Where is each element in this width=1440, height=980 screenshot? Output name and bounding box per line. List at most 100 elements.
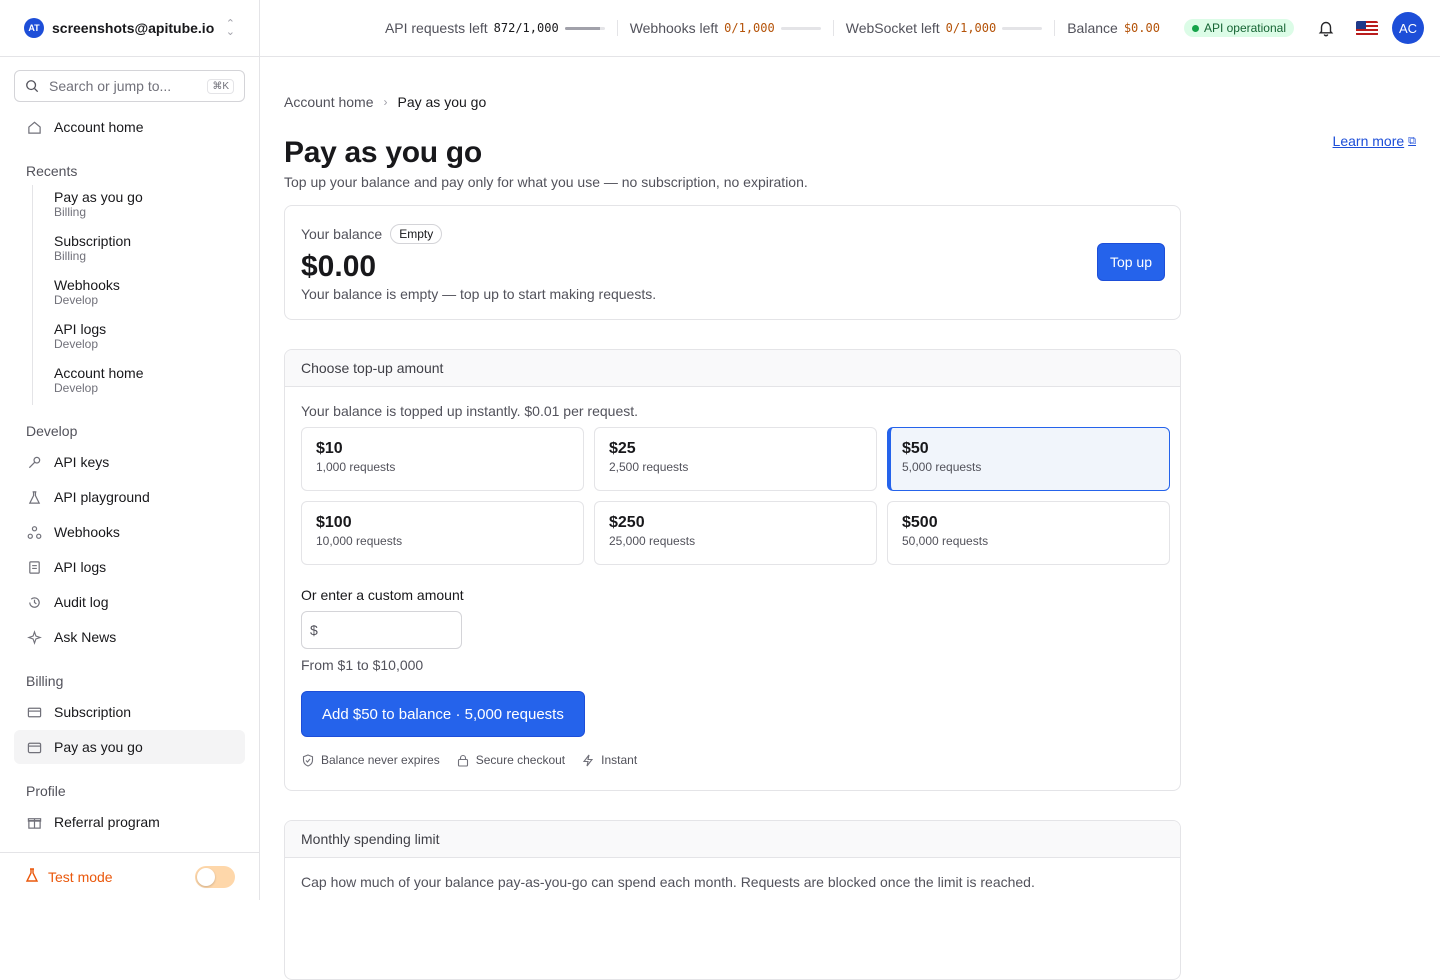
learn-more-label: Learn more <box>1332 133 1405 149</box>
sidebar-item-pay-as-you-go[interactable]: Pay as you go <box>14 730 245 764</box>
top-up-button[interactable]: Top up <box>1096 243 1165 281</box>
tier-option-500[interactable]: $500 50,000 requests <box>887 501 1170 565</box>
metric-label: API requests left <box>384 20 488 36</box>
status-dot-icon <box>1191 24 1199 32</box>
tier-requests: 25,000 requests <box>609 534 696 548</box>
tier-option-25[interactable]: $25 2,500 requests <box>594 427 877 491</box>
us-flag-icon[interactable] <box>1356 20 1378 36</box>
metric-progress-bar <box>780 26 821 30</box>
metric-value: 872/1,000 <box>493 21 559 35</box>
sidebar-item-label: Subscription <box>54 704 132 720</box>
search-shortcut: ⌘K <box>207 78 234 94</box>
lightning-icon <box>581 753 595 767</box>
recent-item[interactable]: Subscription Billing <box>14 229 245 273</box>
topbar: API requests left 872/1,000 Webhooks lef… <box>260 0 1440 57</box>
custom-amount-input[interactable] <box>323 622 453 638</box>
recent-item[interactable]: Account home Develop <box>14 361 245 405</box>
recent-item[interactable]: API logs Develop <box>14 317 245 361</box>
recent-sub: Develop <box>54 293 99 307</box>
main-content: Account home › Pay as you go Pay as you … <box>284 58 1424 980</box>
tier-requests: 5,000 requests <box>902 460 982 474</box>
sidebar-item-ask-news[interactable]: Ask News <box>14 620 245 654</box>
sidebar-item-api-playground[interactable]: API playground <box>14 480 245 514</box>
metric-progress-bar <box>1002 26 1043 30</box>
breadcrumb: Account home › Pay as you go <box>284 94 1424 110</box>
metric-progress-bar <box>564 26 605 30</box>
history-icon <box>26 594 42 610</box>
sidebar-item-api-logs[interactable]: API logs <box>14 550 245 584</box>
sidebar-item-label: API keys <box>54 454 110 470</box>
balance-label-row: Your balance Empty <box>301 224 1164 244</box>
bell-icon <box>1318 21 1334 37</box>
recent-title: API logs <box>54 321 107 337</box>
feature-item: Balance never expires <box>301 753 440 767</box>
chevron-up-down-icon: ⌃ ⌄ <box>225 18 235 38</box>
sidebar-item-webhooks[interactable]: Webhooks <box>14 515 245 549</box>
sidebar-nav: Account home Recents Pay as you go Billin… <box>14 110 245 840</box>
breadcrumb-home-link[interactable]: Account home <box>284 94 374 110</box>
feature-item: Instant <box>581 753 637 767</box>
metric-label: Balance <box>1067 20 1118 36</box>
balance-card: Your balance Empty $0.00 Your balance is… <box>284 205 1181 320</box>
metric-label: Webhooks left <box>629 20 719 36</box>
feature-label: Balance never expires <box>321 753 440 767</box>
learn-more-link[interactable]: Learn more ⧉ <box>1333 133 1416 149</box>
section-label-recents: Recents <box>26 163 78 179</box>
currency-prefix: $ <box>310 622 318 638</box>
recent-title: Account home <box>54 365 144 381</box>
wallet-icon <box>26 739 42 755</box>
api-requests-metric: API requests left 872/1,000 <box>373 20 617 36</box>
sidebar-item-label: API logs <box>54 559 107 575</box>
api-status-badge[interactable]: API operational <box>1183 19 1294 37</box>
tier-option-50[interactable]: $50 5,000 requests <box>887 427 1170 491</box>
tier-requests: 10,000 requests <box>316 534 403 548</box>
feature-list: Balance never expires Secure checkout In… <box>301 753 1164 767</box>
notifications-button[interactable] <box>1308 10 1344 46</box>
add-to-balance-button[interactable]: Add $50 to balance · 5,000 requests <box>301 691 585 737</box>
recent-sub: Billing <box>54 205 87 219</box>
sidebar-item-subscription[interactable]: Subscription <box>14 695 245 729</box>
metric-progress-fill <box>564 26 600 30</box>
avatar[interactable]: AC <box>1392 12 1424 44</box>
account-switcher[interactable]: AT screenshots@apitube.io ⌃ ⌄ <box>0 0 259 57</box>
page-title: Pay as you go <box>284 136 482 169</box>
sidebar-item-label: Pay as you go <box>54 739 143 755</box>
sidebar-item-label: Ask News <box>54 629 117 645</box>
gift-icon <box>26 814 42 830</box>
tier-option-10[interactable]: $10 1,000 requests <box>301 427 584 491</box>
search-input[interactable]: Search or jump to... ⌘K <box>14 70 245 102</box>
spending-limit-text: Cap how much of your balance pay-as-you-… <box>301 874 1035 890</box>
tier-requests: 1,000 requests <box>316 460 396 474</box>
tier-price: $50 <box>902 440 929 457</box>
tier-price: $500 <box>902 514 938 531</box>
recent-item[interactable]: Pay as you go Billing <box>14 185 245 229</box>
sidebar-item-referral-program[interactable]: Referral program <box>14 805 245 839</box>
spending-limit-card: Monthly spending limit Cap how much of y… <box>284 820 1181 980</box>
tier-grid: $10 1,000 requests $25 2,500 requests $50 5… <box>301 427 1170 565</box>
test-mode-row: Test mode <box>0 852 259 900</box>
tier-price: $100 <box>316 514 352 531</box>
websocket-metric: WebSocket left 0/1,000 <box>832 20 1054 36</box>
sidebar-item-audit-log[interactable]: Audit log <box>14 585 245 619</box>
recent-item[interactable]: Webhooks Develop <box>14 273 245 317</box>
account-email: screenshots@apitube.io <box>52 20 215 36</box>
sidebar-item-api-keys[interactable]: API keys <box>14 445 245 479</box>
webhook-icon <box>26 524 42 540</box>
tier-price: $250 <box>609 514 645 531</box>
section-heading: Choose top-up amount <box>285 350 1180 387</box>
metric-value: 0/1,000 <box>724 21 775 35</box>
sidebar-item-account-home[interactable]: Account home <box>14 110 245 144</box>
custom-amount-field[interactable]: $ <box>301 611 462 649</box>
section-label-develop: Develop <box>26 423 78 439</box>
credit-card-icon <box>26 704 42 720</box>
recent-sub: Develop <box>54 381 99 395</box>
section-heading: Monthly spending limit <box>285 821 1180 858</box>
balance-note: Your balance is empty — top up to start … <box>301 286 657 302</box>
tier-price: $10 <box>316 440 343 457</box>
tier-option-100[interactable]: $100 10,000 requests <box>301 501 584 565</box>
top-up-hint: Your balance is topped up instantly. $0.… <box>301 403 639 419</box>
test-mode-toggle[interactable] <box>195 865 235 888</box>
tier-option-250[interactable]: $250 25,000 requests <box>594 501 877 565</box>
status-text: API operational <box>1203 21 1286 35</box>
webhooks-metric: Webhooks left 0/1,000 <box>616 20 833 36</box>
